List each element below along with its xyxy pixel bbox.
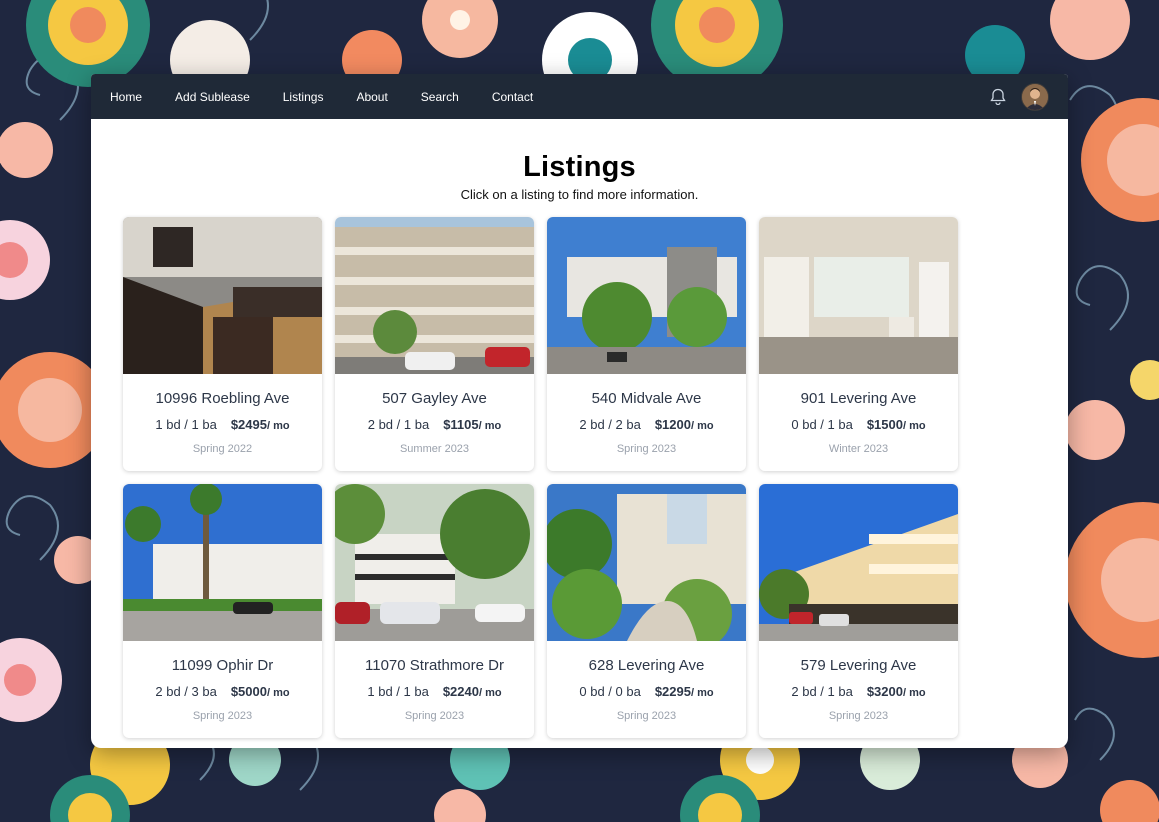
user-avatar[interactable] — [1021, 82, 1049, 111]
listing-card[interactable]: 11099 Ophir Dr 2 bd / 3 ba $5000/ mo Spri… — [123, 484, 322, 738]
listing-address: 628 Levering Ave — [588, 657, 705, 674]
nav-contact[interactable]: Contact — [492, 90, 533, 104]
listing-price-unit: / mo — [266, 420, 290, 432]
listing-meta: 0 bd / 1 ba $1500/ mo — [759, 417, 958, 432]
listing-photo — [123, 484, 322, 641]
listing-price-unit: / mo — [478, 420, 502, 432]
nav-search[interactable]: Search — [421, 90, 459, 104]
listing-address: 10996 Roebling Ave — [155, 390, 290, 407]
nav-home[interactable]: Home — [110, 90, 142, 104]
listing-address: 540 Midvale Ave — [591, 390, 702, 407]
listing-meta: 2 bd / 3 ba $5000/ mo — [123, 684, 322, 699]
bell-icon[interactable] — [989, 88, 1007, 106]
listing-rooms: 2 bd / 3 ba — [155, 684, 217, 699]
listing-photo — [123, 217, 322, 374]
listing-address: 901 Levering Ave — [800, 390, 917, 407]
listing-photo — [547, 217, 746, 374]
page-subtitle: Click on a listing to find more informat… — [460, 187, 699, 202]
listing-rooms: 2 bd / 1 ba — [791, 684, 853, 699]
page-title: Listings — [523, 151, 636, 183]
listing-price: $2295 — [654, 684, 691, 699]
listing-photo — [335, 217, 534, 374]
listing-term: Spring 2022 — [192, 443, 253, 455]
listing-meta: 2 bd / 2 ba $1200/ mo — [547, 417, 746, 432]
listing-price-unit: / mo — [690, 687, 714, 699]
listing-meta: 2 bd / 1 ba $3200/ mo — [759, 684, 958, 699]
listing-term: Spring 2023 — [828, 710, 889, 722]
listing-rooms: 0 bd / 0 ba — [579, 684, 641, 699]
listing-price-unit: / mo — [690, 420, 714, 432]
listing-meta: 2 bd / 1 ba $1105/ mo — [335, 417, 534, 432]
listing-price-unit: / mo — [902, 687, 926, 699]
listing-term: Spring 2023 — [616, 443, 677, 455]
listing-meta: 0 bd / 0 ba $2295/ mo — [547, 684, 746, 699]
listing-address: 11099 Ophir Dr — [171, 657, 274, 674]
listing-photo — [759, 484, 958, 641]
listing-photo — [547, 484, 746, 641]
listing-price: $5000 — [230, 684, 267, 699]
nav-add-sublease[interactable]: Add Sublease — [175, 90, 250, 104]
nav-about[interactable]: About — [356, 90, 387, 104]
listing-price: $1200 — [654, 417, 691, 432]
listing-photo — [335, 484, 534, 641]
listing-price-unit: / mo — [902, 420, 926, 432]
listing-term: Spring 2023 — [192, 710, 253, 722]
listing-price: $1500 — [866, 417, 903, 432]
listing-price: $1105 — [443, 417, 479, 432]
listing-card[interactable]: 901 Levering Ave 0 bd / 1 ba $1500/ mo Wi… — [759, 217, 958, 471]
top-navbar: Home Add Sublease Listings About Search … — [91, 74, 1068, 119]
listing-term: Winter 2023 — [828, 443, 889, 455]
listing-rooms: 1 bd / 1 ba — [367, 684, 429, 699]
listing-card[interactable]: 628 Levering Ave 0 bd / 0 ba $2295/ mo Sp… — [547, 484, 746, 738]
listing-photo — [759, 217, 958, 374]
listing-price: $2495 — [230, 417, 267, 432]
listings-grid: 10996 Roebling Ave 1 bd / 1 ba $2495/ mo … — [123, 217, 958, 738]
app-window: Home Add Sublease Listings About Search … — [91, 74, 1068, 748]
listing-card[interactable]: 579 Levering Ave 2 bd / 1 ba $3200/ mo Sp… — [759, 484, 958, 738]
listing-price: $2240 — [442, 684, 479, 699]
listing-card[interactable]: 540 Midvale Ave 2 bd / 2 ba $1200/ mo Spr… — [547, 217, 746, 471]
main-content: Listings Click on a listing to find more… — [91, 119, 1068, 748]
listing-card[interactable]: 507 Gayley Ave 2 bd / 1 ba $1105/ mo Summ… — [335, 217, 534, 471]
listing-rooms: 1 bd / 1 ba — [155, 417, 217, 432]
listing-address: 507 Gayley Ave — [382, 390, 487, 407]
nav-listings[interactable]: Listings — [283, 90, 324, 104]
listing-address: 11070 Strathmore Dr — [365, 657, 504, 674]
listing-term: Spring 2023 — [404, 710, 465, 722]
listing-meta: 1 bd / 1 ba $2495/ mo — [123, 417, 322, 432]
listing-meta: 1 bd / 1 ba $2240/ mo — [335, 684, 534, 699]
listing-rooms: 2 bd / 1 ba — [367, 417, 430, 432]
listing-price-unit: / mo — [478, 687, 502, 699]
listing-term: Spring 2023 — [616, 710, 677, 722]
listing-term: Summer 2023 — [399, 443, 470, 455]
listing-card[interactable]: 11070 Strathmore Dr 1 bd / 1 ba $2240/ mo… — [335, 484, 534, 738]
listing-price-unit: / mo — [266, 687, 290, 699]
listing-address: 579 Levering Ave — [800, 657, 917, 674]
listing-rooms: 0 bd / 1 ba — [791, 417, 853, 432]
listing-card[interactable]: 10996 Roebling Ave 1 bd / 1 ba $2495/ mo … — [123, 217, 322, 471]
listing-rooms: 2 bd / 2 ba — [579, 417, 641, 432]
listing-price: $3200 — [866, 684, 903, 699]
